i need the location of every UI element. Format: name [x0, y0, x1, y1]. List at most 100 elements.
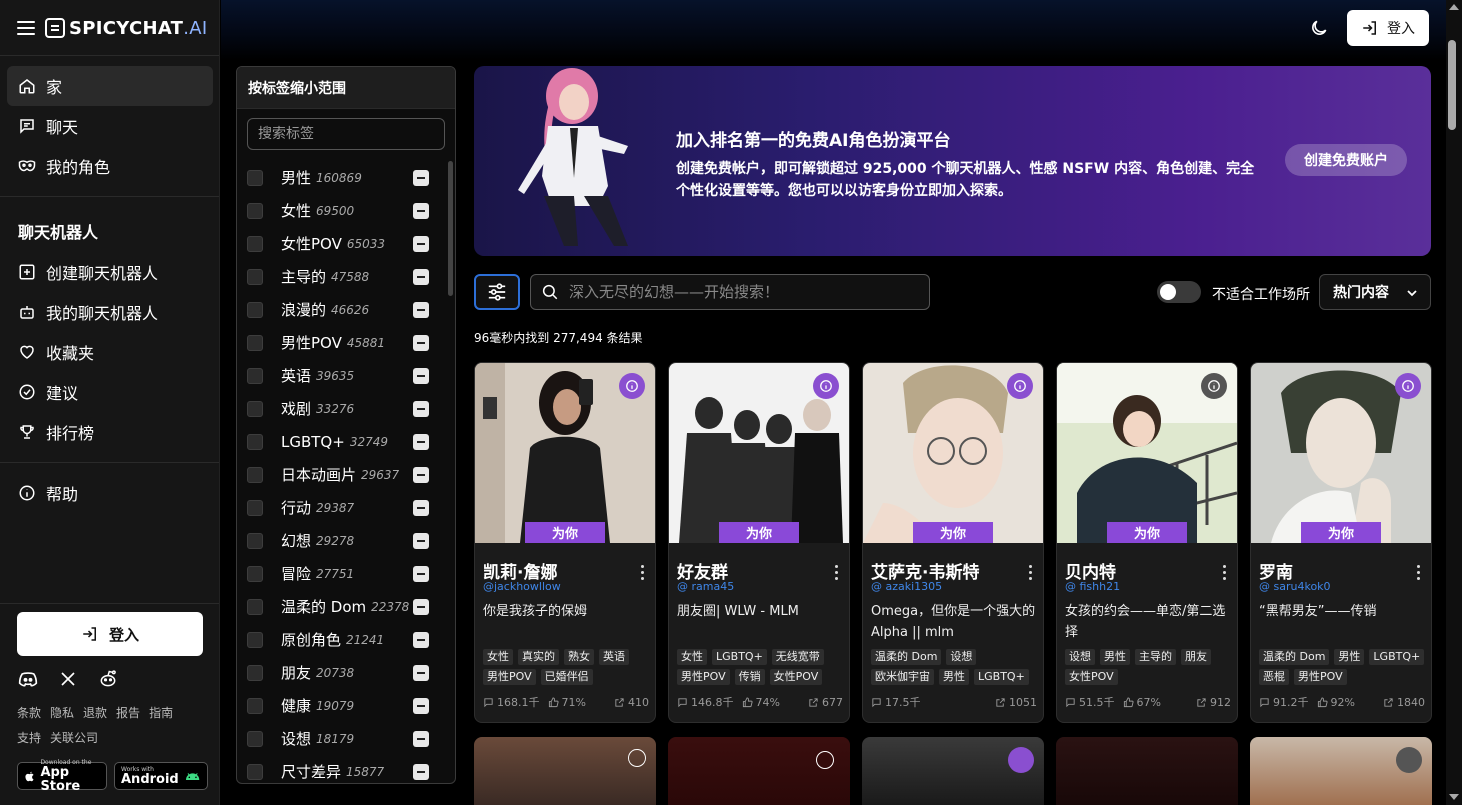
card-tag[interactable]: LGBTQ+	[974, 669, 1029, 685]
character-card[interactable]: 为你 凯莉·詹娜 @jackhowllow 你是我孩子的保姆 女性 真实的 熟女 英语 男性PO…	[474, 362, 656, 723]
tag-row[interactable]: 女性POV 65033	[247, 227, 429, 260]
character-card[interactable]: 为你 罗南 @ saru4kok0 “黑帮男友”——传销 温柔的 Dom 男性 LGBTQ+…	[1250, 362, 1432, 723]
tag-exclude-button[interactable]	[413, 698, 429, 714]
scroll-down-arrow[interactable]	[1449, 794, 1459, 800]
tag-exclude-button[interactable]	[413, 401, 429, 417]
tag-checkbox[interactable]	[247, 730, 263, 747]
more-options-icon[interactable]	[641, 565, 645, 581]
tag-exclude-button[interactable]	[413, 566, 429, 582]
card-tag[interactable]: 女性	[483, 649, 513, 665]
nav-home[interactable]: 家	[7, 66, 213, 106]
nav-create-chatbot[interactable]: 创建聊天机器人	[7, 252, 213, 292]
footer-link-support[interactable]: 支持	[17, 729, 41, 746]
card-creator[interactable]: @ azaki1305	[871, 580, 942, 593]
tag-checkbox[interactable]	[247, 763, 263, 780]
card-tag[interactable]: 男性	[1100, 649, 1130, 665]
tag-checkbox[interactable]	[247, 334, 263, 351]
tag-row[interactable]: 幻想 29278	[247, 524, 429, 557]
tag-exclude-button[interactable]	[413, 533, 429, 549]
tag-exclude-button[interactable]	[413, 170, 429, 186]
card-tag[interactable]: 已婚伴侣	[540, 669, 593, 685]
footer-link-privacy[interactable]: 隐私	[50, 704, 74, 721]
card-tag[interactable]: 恶棍	[1259, 669, 1289, 685]
info-icon[interactable]	[1008, 747, 1034, 773]
header-login-button[interactable]: 登入	[1347, 10, 1429, 46]
search-input[interactable]	[569, 283, 909, 301]
tag-checkbox[interactable]	[247, 433, 263, 450]
menu-icon[interactable]	[17, 21, 35, 35]
tag-checkbox[interactable]	[247, 631, 263, 648]
tag-exclude-button[interactable]	[413, 665, 429, 681]
tag-row[interactable]: 行动 29387	[247, 491, 429, 524]
character-card[interactable]: 为你 好友群 @ rama45 朋友圈| WLW - MLM 女性 LGBTQ+ 无线宽带男…	[668, 362, 850, 723]
card-tag[interactable]: 英语	[599, 649, 629, 665]
tag-row[interactable]: 男性POV 45881	[247, 326, 429, 359]
tag-row[interactable]: 浪漫的 46626	[247, 293, 429, 326]
tag-row[interactable]: 朋友 20738	[247, 656, 429, 689]
card-tag[interactable]: 女性POV	[769, 669, 823, 685]
tag-checkbox[interactable]	[247, 169, 263, 186]
tag-checkbox[interactable]	[247, 532, 263, 549]
card-tag[interactable]: 温柔的 Dom	[871, 649, 942, 665]
sidebar-login-button[interactable]: 登入	[17, 612, 203, 656]
info-icon[interactable]	[628, 749, 646, 767]
tag-row[interactable]: 英语 39635	[247, 359, 429, 392]
footer-link-report[interactable]: 报告	[116, 704, 140, 721]
page-scrollbar-thumb[interactable]	[1448, 40, 1456, 130]
logo[interactable]: SPICYCHAT.AI	[69, 18, 208, 39]
tag-exclude-button[interactable]	[413, 599, 429, 615]
x-twitter-icon[interactable]	[57, 668, 79, 690]
footer-link-guidelines[interactable]: 指南	[149, 704, 173, 721]
android-badge[interactable]: Works with Android	[114, 762, 208, 790]
footer-link-refund[interactable]: 退款	[83, 704, 107, 721]
info-icon[interactable]	[619, 373, 645, 399]
tag-list-scrollbar[interactable]	[448, 161, 453, 296]
footer-link-affiliates[interactable]: 关联公司	[50, 729, 98, 746]
card-tag[interactable]: 熟女	[564, 649, 594, 665]
tag-checkbox[interactable]	[247, 202, 263, 219]
more-options-icon[interactable]	[835, 565, 839, 581]
card-creator[interactable]: @ fishh21	[1065, 580, 1120, 593]
card-tag[interactable]: 传销	[734, 669, 765, 685]
tag-exclude-button[interactable]	[413, 335, 429, 351]
info-icon[interactable]	[1201, 373, 1227, 399]
character-card-preview[interactable]	[668, 737, 850, 805]
character-card-preview[interactable]	[474, 737, 656, 805]
nav-my-chatbots[interactable]: 我的聊天机器人	[7, 292, 213, 332]
tag-checkbox[interactable]	[247, 400, 263, 417]
info-icon[interactable]	[813, 373, 839, 399]
tag-row[interactable]: 主导的 47588	[247, 260, 429, 293]
more-options-icon[interactable]	[1417, 565, 1421, 581]
tag-exclude-button[interactable]	[413, 632, 429, 648]
character-card-preview[interactable]	[1056, 737, 1238, 805]
info-icon[interactable]	[1396, 747, 1422, 773]
card-tag[interactable]: 设想	[1065, 649, 1095, 665]
tag-checkbox[interactable]	[247, 235, 263, 252]
character-card[interactable]: 为你 艾萨克·韦斯特 @ azaki1305 Omega，但你是一个强大的 Alpha…	[862, 362, 1044, 723]
tag-row[interactable]: LGBTQ+ 32749	[247, 425, 429, 458]
character-card-preview[interactable]	[862, 737, 1044, 805]
nsfw-toggle[interactable]	[1157, 281, 1201, 303]
discord-icon[interactable]	[17, 668, 39, 690]
tag-row[interactable]: 日本动画片 29637	[247, 458, 429, 491]
info-icon[interactable]	[1395, 373, 1421, 399]
tag-checkbox[interactable]	[247, 367, 263, 384]
card-tag[interactable]: 欧米伽宇宙	[871, 669, 934, 685]
tag-checkbox[interactable]	[247, 565, 263, 582]
nav-suggestions[interactable]: 建议	[7, 372, 213, 412]
app-store-badge[interactable]: Download on the App Store	[17, 759, 107, 793]
tag-row[interactable]: 戏剧 33276	[247, 392, 429, 425]
tag-checkbox[interactable]	[247, 301, 263, 318]
more-options-icon[interactable]	[1029, 565, 1033, 581]
tag-checkbox[interactable]	[247, 598, 263, 615]
card-tag[interactable]: 朋友	[1181, 649, 1211, 665]
card-tag[interactable]: 男性	[1334, 649, 1365, 665]
tag-row[interactable]: 原创角色 21241	[247, 623, 429, 656]
info-icon[interactable]	[816, 751, 834, 769]
filter-toggle-button[interactable]	[474, 274, 520, 310]
nav-leaderboard[interactable]: 排行榜	[7, 412, 213, 452]
tag-exclude-button[interactable]	[413, 203, 429, 219]
card-tag[interactable]: 主导的	[1135, 649, 1176, 665]
tag-checkbox[interactable]	[247, 664, 263, 681]
tag-exclude-button[interactable]	[413, 434, 429, 450]
